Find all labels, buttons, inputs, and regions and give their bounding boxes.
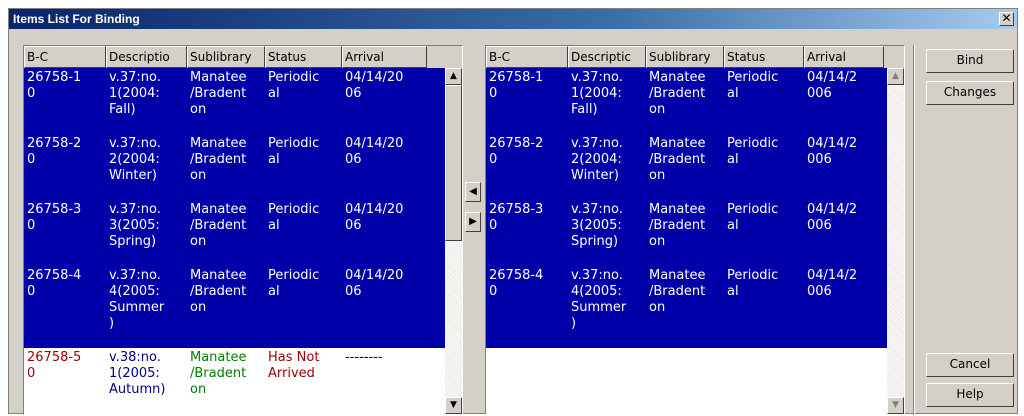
cell-bc: 26758-5 0 bbox=[27, 350, 82, 381]
cell-status: Periodic al bbox=[268, 268, 320, 299]
cell-sublibrary: Manatee /Bradent on bbox=[190, 268, 247, 315]
cell-description: v.37:no. 2(2004: Winter) bbox=[571, 136, 623, 183]
triangle-right-icon: ▶ bbox=[469, 216, 477, 227]
column-header-bc[interactable]: B-C bbox=[24, 46, 106, 68]
cell-sublibrary: Manatee /Bradent on bbox=[649, 70, 706, 117]
right-column-header-arrival[interactable]: Arrival bbox=[804, 46, 884, 68]
right-column-header-bc[interactable]: B-C bbox=[486, 46, 568, 68]
cell-status: Periodic al bbox=[268, 136, 320, 167]
cell-description: v.38:no. 1(2005: Autumn) bbox=[109, 350, 166, 397]
cell-status: Periodic al bbox=[268, 70, 320, 101]
table-row[interactable]: 26758-1 0 v.37:no. 1(2004: Fall) Manatee /… bbox=[486, 68, 887, 134]
column-headers: B-C Descriptio Sublibrary Status Arrival bbox=[24, 46, 462, 68]
right-column-headers: B-C Descriptic Sublibrary Status Arrival bbox=[486, 46, 904, 68]
cell-status: Periodic al bbox=[727, 136, 779, 167]
cell-bc: 26758-3 0 bbox=[27, 202, 82, 233]
changes-button[interactable]: Changes bbox=[926, 81, 1014, 105]
column-header-status[interactable]: Status bbox=[265, 46, 342, 68]
items-list-dialog: Items List For Binding ✕ B-C Descriptio … bbox=[8, 8, 1018, 415]
window-title: Items List For Binding bbox=[13, 12, 140, 26]
right-column-header-status[interactable]: Status bbox=[724, 46, 804, 68]
move-right-button[interactable]: ▶ bbox=[465, 212, 481, 232]
scroll-thumb[interactable] bbox=[445, 85, 462, 241]
table-row[interactable]: 26758-3 0 v.37:no. 3(2005: Spring) Manatee… bbox=[24, 200, 445, 266]
cell-bc: 26758-4 0 bbox=[489, 268, 544, 299]
cell-bc: 26758-2 0 bbox=[27, 136, 82, 167]
cell-sublibrary: Manatee /Bradent on bbox=[190, 70, 247, 117]
cell-sublibrary: Manatee /Bradent on bbox=[190, 350, 247, 397]
close-button[interactable]: ✕ bbox=[999, 12, 1014, 26]
scroll-up-arrow-icon[interactable]: ▲ bbox=[445, 68, 462, 85]
right-column-header-description[interactable]: Descriptic bbox=[568, 46, 646, 68]
cell-arrival: 04/14/2 006 bbox=[807, 70, 858, 101]
cell-bc: 26758-1 0 bbox=[489, 70, 544, 101]
cell-sublibrary: Manatee /Bradent on bbox=[190, 202, 247, 249]
cell-sublibrary: Manatee /Bradent on bbox=[649, 136, 706, 183]
cell-arrival: -------- bbox=[345, 350, 383, 365]
help-button[interactable]: Help bbox=[926, 383, 1014, 407]
cell-arrival: 04/14/20 06 bbox=[345, 202, 404, 233]
available-items-list[interactable]: B-C Descriptio Sublibrary Status Arrival… bbox=[23, 45, 463, 415]
bind-button[interactable]: Bind bbox=[926, 49, 1014, 73]
cell-bc: 26758-1 0 bbox=[27, 70, 82, 101]
vertical-separator bbox=[913, 45, 915, 415]
cell-status: Periodic al bbox=[727, 268, 779, 299]
cell-description: v.37:no. 1(2004: Fall) bbox=[571, 70, 623, 117]
left-vertical-scrollbar[interactable]: ▲ ▼ bbox=[445, 68, 462, 414]
column-header-sublibrary[interactable]: Sublibrary bbox=[187, 46, 265, 68]
cancel-button[interactable]: Cancel bbox=[926, 353, 1014, 377]
cell-description: v.37:no. 1(2004: Fall) bbox=[109, 70, 161, 117]
table-row[interactable]: 26758-1 0 v.37:no. 1(2004: Fall) Manatee /… bbox=[24, 68, 445, 134]
cell-status: Has Not Arrived bbox=[268, 350, 320, 381]
scroll-down-arrow-icon[interactable]: ▼ bbox=[445, 397, 462, 414]
cell-bc: 26758-4 0 bbox=[27, 268, 82, 299]
cell-arrival: 04/14/20 06 bbox=[345, 136, 404, 167]
cell-sublibrary: Manatee /Bradent on bbox=[649, 268, 706, 315]
cell-sublibrary: Manatee /Bradent on bbox=[649, 202, 706, 249]
table-row[interactable]: 26758-3 0 v.37:no. 3(2005: Spring) Manatee… bbox=[486, 200, 887, 266]
scroll-down-arrow-icon[interactable]: ▼ bbox=[887, 397, 904, 414]
table-row[interactable]: 26758-2 0 v.37:no. 2(2004: Winter) Manatee… bbox=[486, 134, 887, 200]
cell-arrival: 04/14/2 006 bbox=[807, 202, 858, 233]
cell-description: v.37:no. 4(2005: Summer ) bbox=[109, 268, 165, 331]
title-bar[interactable]: Items List For Binding ✕ bbox=[9, 9, 1017, 29]
cell-description: v.37:no. 3(2005: Spring) bbox=[571, 202, 623, 249]
cell-status: Periodic al bbox=[727, 202, 779, 233]
move-left-button[interactable]: ◀ bbox=[465, 182, 481, 202]
cell-bc: 26758-2 0 bbox=[489, 136, 544, 167]
cell-sublibrary: Manatee /Bradent on bbox=[190, 136, 247, 183]
cell-arrival: 04/14/2 006 bbox=[807, 136, 858, 167]
cell-arrival: 04/14/20 06 bbox=[345, 268, 404, 299]
table-row[interactable]: 26758-4 0 v.37:no. 4(2005: Summer ) Manate… bbox=[24, 266, 445, 348]
table-row[interactable]: 26758-5 0 v.38:no. 1(2005: Autumn) Manatee… bbox=[24, 348, 445, 414]
cell-description: v.37:no. 3(2005: Spring) bbox=[109, 202, 161, 249]
right-column-header-sublibrary[interactable]: Sublibrary bbox=[646, 46, 724, 68]
scroll-up-arrow-icon[interactable]: ▲ bbox=[887, 68, 904, 85]
cell-status: Periodic al bbox=[268, 202, 320, 233]
cell-arrival: 04/14/2 006 bbox=[807, 268, 858, 299]
cell-description: v.37:no. 2(2004: Winter) bbox=[109, 136, 161, 183]
items-to-bind-list[interactable]: B-C Descriptic Sublibrary Status Arrival… bbox=[485, 45, 905, 415]
cell-arrival: 04/14/20 06 bbox=[345, 70, 404, 101]
table-row[interactable]: 26758-2 0 v.37:no. 2(2004: Winter) Manatee… bbox=[24, 134, 445, 200]
column-header-description[interactable]: Descriptio bbox=[106, 46, 187, 68]
cell-status: Periodic al bbox=[727, 70, 779, 101]
cell-bc: 26758-3 0 bbox=[489, 202, 544, 233]
table-row[interactable]: 26758-4 0 v.37:no. 4(2005: Summer ) Manate… bbox=[486, 266, 887, 348]
column-header-arrival[interactable]: Arrival bbox=[342, 46, 427, 68]
right-vertical-scrollbar[interactable]: ▲ ▼ bbox=[887, 68, 904, 414]
cell-description: v.37:no. 4(2005: Summer ) bbox=[571, 268, 627, 331]
triangle-left-icon: ◀ bbox=[469, 186, 477, 197]
